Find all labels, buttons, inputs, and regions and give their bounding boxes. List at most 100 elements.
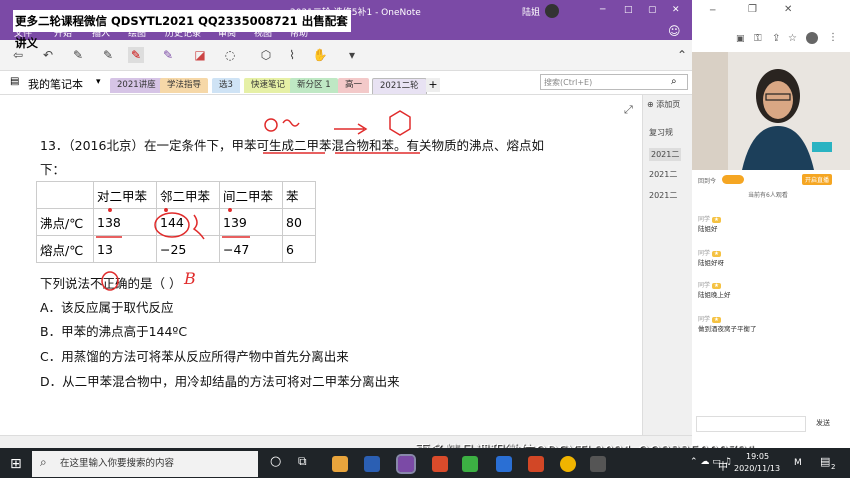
chat-text: 陆姐好: [698, 225, 718, 233]
section-tab-4[interactable]: 快速笔记: [244, 78, 293, 93]
notification-count: 2: [831, 463, 836, 471]
pen-purple-icon[interactable]: ✎: [160, 47, 176, 63]
maximize-icon[interactable]: ▢: [648, 5, 657, 15]
minimize-icon[interactable]: ─: [710, 6, 715, 16]
clock-time[interactable]: 19:05: [746, 452, 769, 461]
restore-icon[interactable]: □: [624, 5, 633, 15]
menu-dots-icon[interactable]: ⋮: [828, 32, 838, 43]
chat-user: 同学: [698, 316, 711, 323]
replay-label: 回到今: [698, 178, 717, 185]
windows-start-icon[interactable]: ⊞: [10, 456, 22, 472]
chat-text: 陆姐晚上好: [698, 291, 731, 299]
taskbar-search-input[interactable]: 在这里输入你要搜索的内容: [32, 451, 258, 477]
chat-message: 同学 ★ 陆姐好: [698, 216, 721, 233]
ink-methyl-scribble: [282, 119, 300, 127]
section-tab-active[interactable]: 2021二轮: [372, 78, 427, 94]
close-icon[interactable]: ✕: [784, 4, 792, 15]
page-item[interactable]: 2021二: [649, 190, 677, 201]
file-explorer-icon[interactable]: [332, 456, 348, 472]
add-page-button[interactable]: ⊕ 添加页: [647, 99, 680, 110]
ink-annotations: [96, 110, 420, 291]
ribbon-collapse-icon[interactable]: ⌃: [674, 47, 690, 63]
section-tab-6[interactable]: 高一: [338, 78, 370, 93]
section-tab-3[interactable]: 选3: [212, 78, 240, 93]
pen-red-icon[interactable]: ✎: [128, 47, 144, 63]
draw-toolbar: ⇦ ↶ ✎ ✎ ✎ ✎ ◪ ◌ ⬡ ⌇ ✋ ▾ ⌃: [0, 40, 692, 71]
shapes-icon[interactable]: ⬡: [258, 47, 274, 63]
app3-icon[interactable]: [590, 456, 606, 472]
word-icon[interactable]: [364, 456, 380, 472]
send-button[interactable]: 发送: [816, 418, 830, 428]
pen-black-icon[interactable]: ✎: [70, 47, 86, 63]
ink-hexagon: [389, 110, 411, 136]
section-tab-2[interactable]: 学法指导: [160, 78, 209, 93]
chat-message: 同学 ★ 做到酒夜窝子平衡了: [698, 316, 757, 333]
section-tab-5[interactable]: 新分区 1: [290, 78, 338, 93]
eraser-icon[interactable]: ◪: [192, 47, 208, 63]
teacher-figure: [692, 52, 850, 170]
page-item-active[interactable]: 2021二: [649, 148, 682, 161]
smiley-icon[interactable]: ☺: [668, 24, 681, 38]
ruler-icon[interactable]: ⌇: [284, 47, 300, 63]
pen-dark-icon[interactable]: ✎: [100, 47, 116, 63]
ink-high-note: [192, 214, 205, 240]
input-method-icon[interactable]: M: [794, 458, 802, 468]
chat-text: 陆姐好呀: [698, 259, 724, 267]
section-tab-1[interactable]: 2021讲座: [110, 78, 163, 93]
profile-avatar[interactable]: [806, 32, 818, 44]
ink-circle-not: [101, 271, 119, 291]
key-icon[interactable]: ⚿: [754, 33, 762, 44]
chat-text: 做到酒夜窝子平衡了: [698, 325, 757, 333]
restore-icon[interactable]: ❐: [748, 4, 757, 15]
fill-icon[interactable]: ▾: [344, 47, 360, 63]
wechat-icon[interactable]: [462, 456, 478, 472]
chat-input[interactable]: [696, 416, 806, 432]
start-live-button[interactable]: 开启直播: [802, 174, 833, 185]
minimize-icon[interactable]: ─: [600, 5, 605, 15]
page-item[interactable]: 2021二: [649, 169, 677, 180]
ink-benzene-ring-mark: [264, 118, 278, 132]
ink-arrow: [334, 123, 368, 135]
share-icon[interactable]: ⇪: [772, 33, 780, 44]
ime-indicator[interactable]: 中: [718, 458, 728, 473]
app-icon[interactable]: [432, 456, 448, 472]
search-icon[interactable]: ⌕: [671, 76, 677, 87]
notification-icon[interactable]: ▤: [820, 455, 830, 468]
browser-toolbar: ─ ❐ ✕ ▣ ⚿ ⇪ ☆ ⋮: [692, 0, 850, 52]
notebook-icon[interactable]: ▤: [10, 76, 19, 87]
chat-message: 同学 ★ 陆姐晚上好: [698, 282, 731, 299]
onenote-window: 2021二轮 选修5补1 - OneNote 陆姐 ─ □ ▢ ✕ 文件 开始 …: [0, 0, 692, 448]
pan-icon[interactable]: ✋: [312, 47, 328, 63]
teacher-video: [692, 52, 850, 170]
chevron-down-icon[interactable]: ▾: [96, 77, 101, 87]
replay-toggle[interactable]: [722, 175, 744, 184]
live-chat-panel: 回到今 当前有6人观看 开启直播 同学 ★ 陆姐好 同学 ★ 陆姐好呀 同学 ★ 陆姐…: [692, 170, 850, 448]
notebook-name[interactable]: 我的笔记本: [28, 76, 83, 92]
user-avatar[interactable]: [545, 4, 559, 18]
lasso-icon[interactable]: ◌: [222, 47, 238, 63]
search-icon: ⌕: [40, 455, 47, 469]
camera-icon[interactable]: ▣: [736, 34, 745, 44]
search-input[interactable]: 搜索(Ctrl+E): [540, 74, 688, 90]
undo-icon[interactable]: ↶: [40, 47, 56, 63]
user-name[interactable]: 陆姐: [522, 5, 540, 18]
note-page[interactable]: ⤢ 13．（2016北京）在一定条件下，甲苯可生成二甲苯混合物和苯。有关物质的沸…: [0, 95, 642, 435]
chat-user: 同学: [698, 282, 711, 289]
bookmark-star-icon[interactable]: ☆: [788, 33, 797, 44]
task-view-icon[interactable]: ⧉: [298, 454, 307, 469]
onenote-icon[interactable]: [396, 454, 416, 474]
chat-user: 同学: [698, 250, 711, 257]
overlay-banner: 更多二轮课程微信 QDSYTL2021 QQ2335008721 出售配套讲义: [13, 10, 351, 50]
page-item[interactable]: 复习规: [649, 127, 673, 138]
chat-message: 同学 ★ 陆姐好呀: [698, 250, 724, 267]
clock-date[interactable]: 2020/11/13: [734, 464, 780, 473]
viewer-count: 当前有6人观看: [748, 192, 788, 199]
page-list: ⊕ 添加页 复习规 2021二 2021二 2021二: [642, 95, 692, 435]
cortana-icon[interactable]: ○: [270, 454, 281, 469]
add-section-icon[interactable]: +: [426, 78, 440, 92]
close-icon[interactable]: ✕: [672, 5, 680, 15]
powerpoint-icon[interactable]: [528, 456, 544, 472]
chrome-icon[interactable]: [560, 456, 576, 472]
app2-icon[interactable]: [496, 456, 512, 472]
add-page-label: 添加页: [656, 100, 681, 109]
